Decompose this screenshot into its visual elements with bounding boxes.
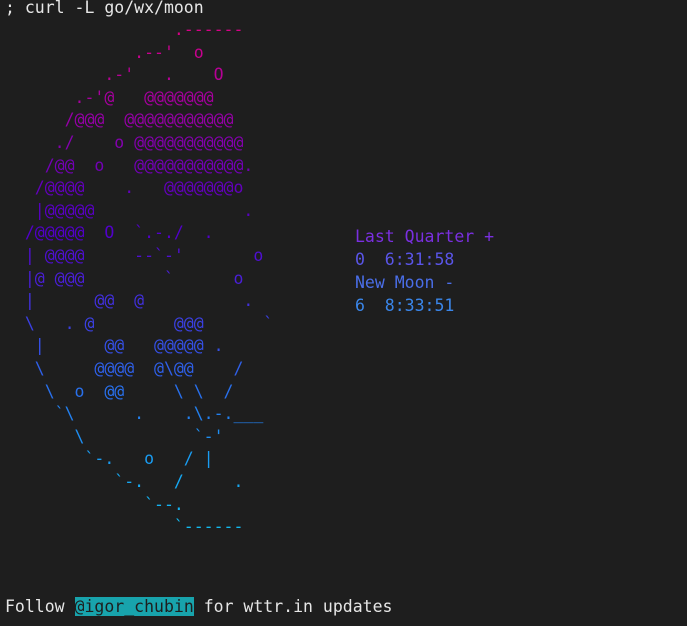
twitter-handle-link[interactable]: @igor_chubin <box>74 597 194 616</box>
moon-art-line: .--' o <box>5 42 254 62</box>
moon-art-line: .-' . O <box>5 65 254 85</box>
moon-art-line: \ o @@ \ \ / <box>5 381 254 401</box>
moon-art-line: .-'@ @@@@@@@ <box>5 87 254 107</box>
footer-line: Follow @igor_chubin for wttr.in updates <box>5 596 392 618</box>
phase-line: New Moon - <box>355 273 455 292</box>
phase-line: 6 8:33:51 <box>355 296 455 315</box>
moon-art-line: /@@ o @@@@@@@@@@@. <box>5 155 254 175</box>
moon-art-line: `\ . .\.-.___ <box>5 404 264 424</box>
moon-art-line: /@@@@ . @@@@@@@o <box>5 178 254 198</box>
moon-art-line: |@ @@@ ` o <box>5 268 254 288</box>
moon-art-line: \ `-' <box>5 426 254 446</box>
moon-art-line: `------ <box>5 517 244 537</box>
moon-art-line: | @@ @ . <box>5 291 254 311</box>
moon-art-line: `-. / . <box>5 472 264 491</box>
phase-line: Last Quarter + <box>355 227 495 246</box>
moon-art-line: \ . @ @@@ ` <box>5 313 274 333</box>
moon-art-line: | @@ @@@@@ . <box>5 336 254 356</box>
moon-art-line: ./ o @@@@@@@@@@@ <box>5 133 254 152</box>
moon-art-line: .------ <box>5 20 244 39</box>
footer-suffix: for wttr.in updates <box>193 597 393 616</box>
command-line: ; curl -L go/wx/moon <box>5 0 204 17</box>
moon-art-line: \ @@@@ @\@@ / <box>5 359 254 378</box>
moon-art-line: /@@@ @@@@@@@@@@@ <box>5 110 254 130</box>
moon-art-line: `-. o / | <box>5 449 254 469</box>
footer-prefix: Follow <box>5 597 75 616</box>
terminal-window[interactable]: ; curl -L go/wx/moon .------ .--' o .-' … <box>0 0 687 626</box>
moon-art-line: |@@@@@ . <box>5 200 254 220</box>
moon-art-line: | @@@@ --`-' o <box>5 246 264 265</box>
moon-art-line: /@@@@@ O `.-./ . <box>5 223 254 243</box>
moon-art-line: `--. <box>5 494 254 514</box>
phase-line: 0 6:31:58 <box>355 250 455 269</box>
